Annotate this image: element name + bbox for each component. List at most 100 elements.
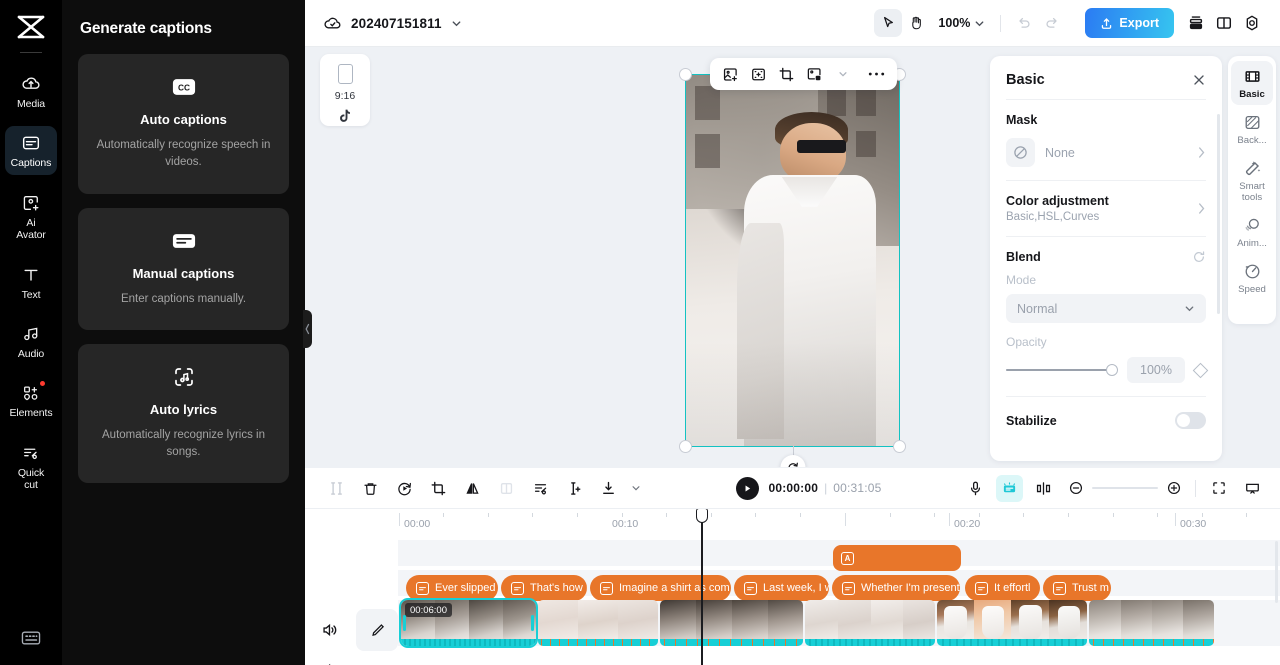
timeline-clip-video[interactable] bbox=[937, 600, 1087, 646]
playhead[interactable] bbox=[696, 509, 708, 665]
close-icon[interactable] bbox=[1192, 73, 1206, 87]
opacity-value[interactable]: 100% bbox=[1127, 357, 1185, 383]
sidebar-item-media[interactable]: Media bbox=[5, 67, 57, 115]
volume-icon[interactable] bbox=[317, 657, 342, 665]
rotate-handle[interactable] bbox=[780, 455, 805, 467]
sidebar-item-captions[interactable]: Captions bbox=[5, 126, 57, 175]
trim-handle-right[interactable] bbox=[531, 615, 534, 631]
add-image-button[interactable] bbox=[718, 62, 743, 87]
tab-smart-tools[interactable]: Smart tools bbox=[1231, 153, 1273, 208]
sidebar-item-audio[interactable]: Audio bbox=[5, 317, 57, 365]
mask-selector[interactable]: None bbox=[1006, 138, 1206, 167]
timeline-clip-video-selected[interactable]: 00:06:00 bbox=[399, 598, 538, 648]
zoom-out-icon[interactable] bbox=[1068, 480, 1084, 496]
tab-basic[interactable]: Basic bbox=[1231, 61, 1273, 106]
timeline-clip-video[interactable] bbox=[538, 600, 658, 646]
total-duration: 00:31:05 bbox=[833, 481, 882, 495]
clip-label: Ever slipped i bbox=[435, 582, 498, 594]
split-clip-button[interactable] bbox=[323, 475, 350, 502]
resize-handle-top-left[interactable] bbox=[679, 68, 692, 81]
timeline-clip-video[interactable] bbox=[805, 600, 935, 646]
clip-label: Trust m bbox=[1072, 582, 1109, 594]
timeline-scrollbar[interactable] bbox=[1275, 541, 1278, 603]
timeline-clip-caption[interactable]: That's how I bbox=[501, 575, 587, 601]
app-logo[interactable] bbox=[12, 10, 50, 44]
video-preview-frame bbox=[686, 75, 899, 446]
undo-button[interactable] bbox=[1010, 9, 1038, 37]
mirror-button[interactable] bbox=[459, 475, 486, 502]
tab-background[interactable]: Back... bbox=[1231, 107, 1273, 151]
trim-handle-left[interactable] bbox=[403, 615, 406, 631]
crop-button-timeline[interactable] bbox=[425, 475, 452, 502]
transition-button[interactable] bbox=[1030, 475, 1057, 502]
reset-icon[interactable] bbox=[1192, 250, 1206, 264]
panel-collapse-handle[interactable] bbox=[303, 310, 312, 348]
properties-scrollbar[interactable] bbox=[1217, 114, 1220, 314]
timeline-clip-video[interactable] bbox=[660, 600, 803, 646]
split-panel-button[interactable] bbox=[1210, 9, 1238, 37]
timeline-clip-caption[interactable]: Ever slipped i bbox=[406, 575, 498, 601]
cursor-select-tool[interactable] bbox=[874, 9, 903, 37]
hand-pan-tool[interactable] bbox=[902, 9, 930, 37]
timeline-clip-caption[interactable]: Trust m bbox=[1043, 575, 1111, 601]
timeline-clip-caption[interactable]: Whether I'm present bbox=[832, 575, 960, 601]
sidebar-item-text[interactable]: Text bbox=[5, 258, 57, 306]
replace-media-menu[interactable] bbox=[830, 62, 855, 87]
timeline-clip-audio[interactable]: A bbox=[833, 545, 961, 571]
project-selector[interactable]: 202407151811 bbox=[323, 14, 462, 33]
split-add-button[interactable] bbox=[561, 475, 588, 502]
settings-button[interactable] bbox=[1238, 9, 1266, 37]
stabilize-toggle[interactable] bbox=[1175, 412, 1206, 429]
sidebar-item-ai-avatar[interactable]: Ai Avator bbox=[5, 186, 57, 247]
timeline-ruler[interactable]: 00:00 00:10 00:20 00:20 00:30 bbox=[398, 509, 1280, 536]
keyframe-diamond-icon[interactable] bbox=[1192, 362, 1209, 378]
opacity-slider-knob[interactable] bbox=[1106, 363, 1118, 376]
cc-icon: CC bbox=[171, 74, 197, 100]
opacity-slider[interactable] bbox=[1006, 363, 1118, 376]
resize-handle-bottom-left[interactable] bbox=[679, 440, 692, 453]
fit-to-frame-button[interactable] bbox=[746, 62, 771, 87]
auto-cut-button[interactable] bbox=[527, 475, 554, 502]
volume-icon[interactable] bbox=[317, 618, 342, 643]
reverse-button[interactable] bbox=[391, 475, 418, 502]
export-button[interactable]: Export bbox=[1085, 8, 1174, 38]
auto-lyrics-card[interactable]: Auto lyrics Automatically recognize lyri… bbox=[78, 343, 289, 484]
layers-stack-button[interactable] bbox=[1182, 9, 1210, 37]
blend-mode-select[interactable]: Normal bbox=[1006, 294, 1206, 323]
keyboard-shortcuts-icon[interactable] bbox=[20, 629, 42, 647]
delete-button[interactable] bbox=[357, 475, 384, 502]
replace-media-button[interactable] bbox=[802, 62, 827, 87]
auto-captions-card[interactable]: CC Auto captions Automatically recognize… bbox=[78, 54, 289, 194]
crop-button[interactable] bbox=[774, 62, 799, 87]
captions-toggle-button[interactable] bbox=[996, 474, 1024, 502]
aspect-ratio-card[interactable]: 9:16 bbox=[320, 54, 370, 126]
zoom-in-icon[interactable] bbox=[1166, 480, 1182, 496]
download-menu-button[interactable] bbox=[622, 475, 649, 502]
download-button[interactable] bbox=[595, 475, 622, 502]
zoom-level-selector[interactable]: 100% bbox=[938, 16, 985, 30]
caption-icon bbox=[511, 581, 524, 595]
tab-label: Speed bbox=[1238, 284, 1266, 296]
sidebar-item-elements[interactable]: Elements bbox=[5, 376, 57, 424]
timeline-zoom-slider[interactable] bbox=[1092, 487, 1159, 489]
freeze-frame-button[interactable] bbox=[493, 475, 520, 502]
more-options-button[interactable] bbox=[864, 62, 889, 87]
play-button[interactable] bbox=[736, 476, 760, 500]
resize-handle-bottom-right[interactable] bbox=[893, 440, 906, 453]
redo-button[interactable] bbox=[1038, 9, 1066, 37]
color-adjustment-section[interactable]: Color adjustment Basic,HSL,Curves bbox=[1006, 181, 1206, 236]
timeline-clip-video[interactable] bbox=[1089, 600, 1214, 646]
tab-speed[interactable]: Speed bbox=[1231, 256, 1273, 300]
sidebar-item-quick-cut[interactable]: Quick cut bbox=[5, 436, 57, 497]
new-badge-dot bbox=[40, 381, 45, 387]
video-selection-frame[interactable] bbox=[679, 68, 906, 467]
timeline-clip-caption[interactable]: Last week, I w bbox=[734, 575, 829, 601]
timeline-clip-caption[interactable]: It effortl bbox=[965, 575, 1040, 601]
tab-animation[interactable]: Anim... bbox=[1231, 210, 1273, 254]
manual-captions-card[interactable]: Manual captions Enter captions manually. bbox=[78, 207, 289, 330]
record-voiceover-button[interactable] bbox=[962, 475, 989, 502]
preview-monitor-button[interactable] bbox=[1239, 475, 1266, 502]
edit-thumbnail-button[interactable] bbox=[356, 609, 398, 651]
timeline-clip-caption[interactable]: Imagine a shirt as com bbox=[590, 575, 731, 601]
fit-timeline-button[interactable] bbox=[1205, 475, 1232, 502]
